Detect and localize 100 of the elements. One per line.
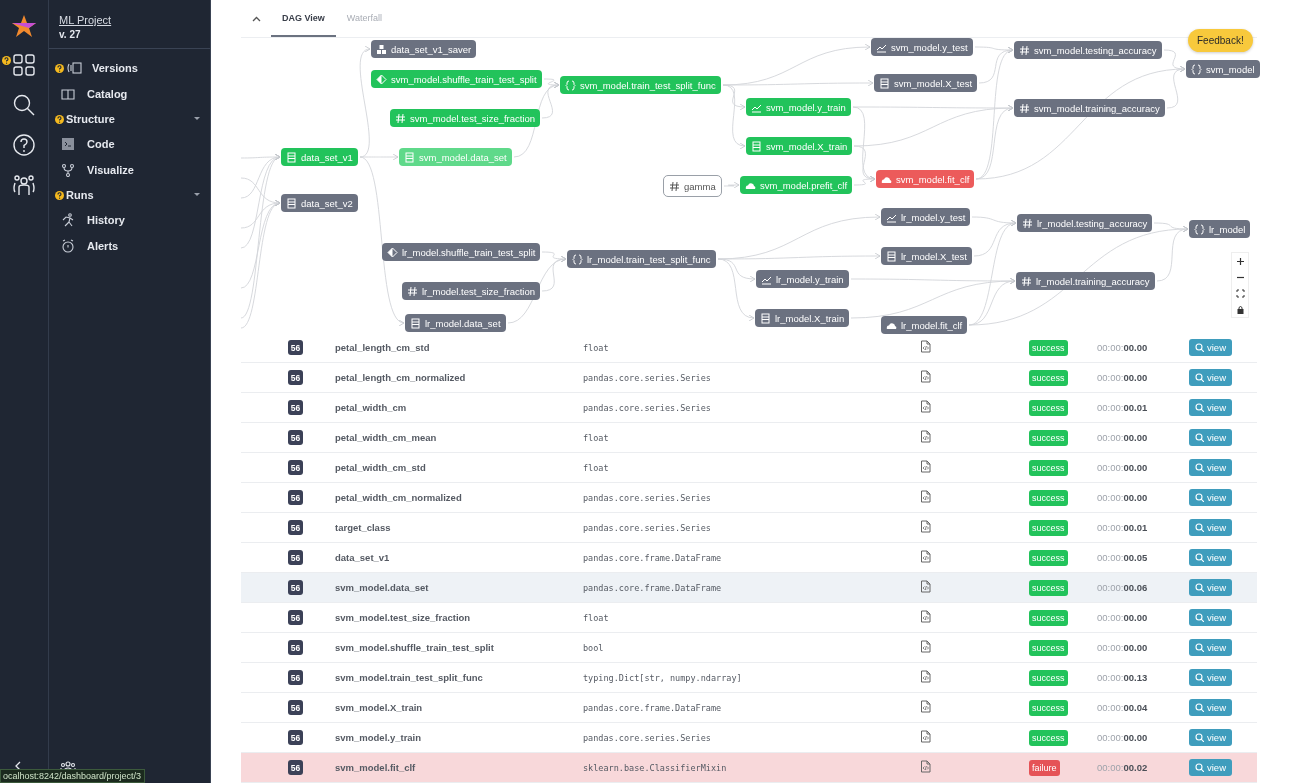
- nav-item[interactable]: Versions: [92, 62, 138, 74]
- nav-item[interactable]: Visualize: [87, 164, 134, 176]
- view-button[interactable]: view: [1189, 639, 1232, 656]
- search-icon[interactable]: [11, 92, 37, 118]
- dag-node[interactable]: gamma: [663, 175, 722, 197]
- run-badge: 56: [288, 370, 303, 385]
- project-link[interactable]: ML Project: [59, 14, 210, 26]
- nav-item[interactable]: Catalog: [87, 88, 128, 100]
- table-row[interactable]: 56 svm_model.X_train pandas.core.frame.DataFrame success 00:00:00.04 view: [241, 693, 1257, 723]
- table-row[interactable]: 56 petal_length_cm_std float success 00:00:00.00 view: [241, 333, 1257, 363]
- view-button[interactable]: view: [1189, 759, 1232, 776]
- dag-node[interactable]: lr_model: [1189, 220, 1251, 238]
- view-button[interactable]: view: [1189, 339, 1232, 356]
- caret-icon[interactable]: [194, 192, 200, 198]
- view-button[interactable]: view: [1189, 579, 1232, 596]
- dag-node[interactable]: lr_model.data_set: [405, 314, 506, 332]
- status-badge: success: [1029, 549, 1068, 566]
- code-file-icon[interactable]: [920, 579, 932, 593]
- table-row[interactable]: 56 svm_model.shuffle_train_test_split bool success 00:00:00.00 view: [241, 633, 1257, 663]
- view-button[interactable]: view: [1189, 489, 1232, 506]
- table-icon: [404, 151, 415, 163]
- status-badge: success: [1029, 579, 1068, 596]
- code-file-icon[interactable]: [920, 429, 932, 443]
- section-label[interactable]: Structure: [66, 113, 115, 125]
- dag-node[interactable]: svm_model.testing_accuracy: [1014, 41, 1162, 59]
- dag-node[interactable]: lr_model.shuffle_train_test_split: [382, 243, 541, 261]
- code-file-icon[interactable]: [920, 729, 932, 743]
- dag-node[interactable]: svm_model: [1186, 60, 1260, 78]
- table-icon: [886, 250, 897, 262]
- dag-node[interactable]: svm_model.y_test: [871, 38, 973, 56]
- dag-node[interactable]: lr_model.training_accuracy: [1016, 272, 1155, 290]
- code-file-icon[interactable]: [920, 669, 932, 683]
- book-icon: [61, 87, 77, 101]
- status-badge: success: [1029, 429, 1068, 446]
- hash-icon: [1022, 217, 1033, 229]
- dag-node[interactable]: lr_model.X_train: [755, 309, 850, 327]
- view-button[interactable]: view: [1189, 399, 1232, 416]
- dag-node[interactable]: lr_model.train_test_split_func: [567, 250, 716, 268]
- braces-icon: [1191, 63, 1202, 75]
- view-button[interactable]: view: [1189, 669, 1232, 686]
- braces-icon: [565, 79, 576, 91]
- code-file-icon[interactable]: [920, 609, 932, 623]
- dag-node[interactable]: svm_model.fit_clf: [876, 170, 975, 188]
- code-file-icon[interactable]: [920, 519, 932, 533]
- view-button[interactable]: view: [1189, 729, 1232, 746]
- dag-node[interactable]: lr_model.test_size_fraction: [402, 282, 540, 300]
- fullscreen-icon[interactable]: [1235, 288, 1245, 298]
- view-button[interactable]: view: [1189, 609, 1232, 626]
- nav-item[interactable]: Alerts: [87, 240, 119, 252]
- code-file-icon[interactable]: [920, 339, 932, 353]
- dag-node[interactable]: svm_model.X_test: [874, 74, 978, 92]
- view-button[interactable]: view: [1189, 429, 1232, 446]
- dag-node[interactable]: data_set_v1_saver: [371, 40, 477, 58]
- tab[interactable]: DAG View: [271, 0, 336, 37]
- dag-node[interactable]: lr_model.X_test: [881, 247, 972, 265]
- help-icon[interactable]: [11, 132, 37, 158]
- table-row[interactable]: 56 svm_model.fit_clf sklearn.base.ClassifierMixin failure 00:00:00.02 view: [241, 753, 1257, 783]
- table-row[interactable]: 56 svm_model.data_set pandas.core.frame.DataFrame success 00:00:00.06 view: [241, 573, 1257, 603]
- table-row[interactable]: 56 petal_width_cm_std float success 00:00:00.00 view: [241, 453, 1257, 483]
- star-logo[interactable]: [11, 14, 37, 38]
- dag-node[interactable]: lr_model.fit_clf: [881, 316, 968, 334]
- code-file-icon[interactable]: [920, 699, 932, 713]
- view-button[interactable]: view: [1189, 699, 1232, 716]
- table-row[interactable]: 56 svm_model.test_size_fraction float success 00:00:00.00 view: [241, 603, 1257, 633]
- table-row[interactable]: 56 svm_model.train_test_split_func typing.Dict[str, numpy.ndarray] success 00:00:00.13 view: [241, 663, 1257, 693]
- plus-icon[interactable]: [1235, 256, 1245, 266]
- dag-node[interactable]: lr_model.y_test: [881, 208, 971, 226]
- table-row[interactable]: 56 petal_width_cm_mean float success 00:00:00.00 view: [241, 423, 1257, 453]
- table-row[interactable]: 56 petal_width_cm_normalized pandas.core.series.Series success 00:00:00.00 view: [241, 483, 1257, 513]
- collapse-chevron-icon[interactable]: [251, 15, 261, 22]
- people-icon[interactable]: [11, 172, 37, 198]
- table-icon: [760, 312, 771, 324]
- nav-item[interactable]: History: [87, 214, 125, 226]
- type-name: pandas.core.series.Series: [583, 372, 712, 383]
- code-file-icon[interactable]: [920, 549, 932, 563]
- code-file-icon[interactable]: [920, 459, 932, 473]
- code-file-icon[interactable]: [920, 759, 932, 773]
- hash-icon: [395, 112, 406, 124]
- table-row[interactable]: 56 petal_width_cm pandas.core.series.Series success 00:00:00.01 view: [241, 393, 1257, 423]
- table-row[interactable]: 56 petal_length_cm_normalized pandas.core.series.Series success 00:00:00.00 view: [241, 363, 1257, 393]
- grid-icon[interactable]: [11, 52, 37, 78]
- code-file-icon[interactable]: [920, 399, 932, 413]
- caret-icon[interactable]: [194, 116, 200, 122]
- view-button[interactable]: view: [1189, 519, 1232, 536]
- lock-icon[interactable]: [1235, 304, 1245, 314]
- view-button[interactable]: view: [1189, 369, 1232, 386]
- code-file-icon[interactable]: [920, 489, 932, 503]
- view-button[interactable]: view: [1189, 459, 1232, 476]
- nav-item[interactable]: Code: [87, 138, 115, 150]
- dag-node[interactable]: data_set_v2: [281, 194, 358, 212]
- table-row[interactable]: 56 target_class pandas.core.series.Series success 00:00:00.01 view: [241, 513, 1257, 543]
- section-label[interactable]: Runs: [66, 189, 94, 201]
- feedback-button[interactable]: Feedback!: [1188, 29, 1253, 52]
- type-name: float: [583, 432, 610, 443]
- view-button[interactable]: view: [1189, 549, 1232, 566]
- code-file-icon[interactable]: [920, 369, 932, 383]
- code-file-icon[interactable]: [920, 639, 932, 653]
- dag-node[interactable]: lr_model.testing_accuracy: [1017, 214, 1153, 232]
- dag-node[interactable]: lr_model.y_train: [756, 270, 849, 288]
- dag-node[interactable]: svm_model.training_accuracy: [1014, 99, 1165, 117]
